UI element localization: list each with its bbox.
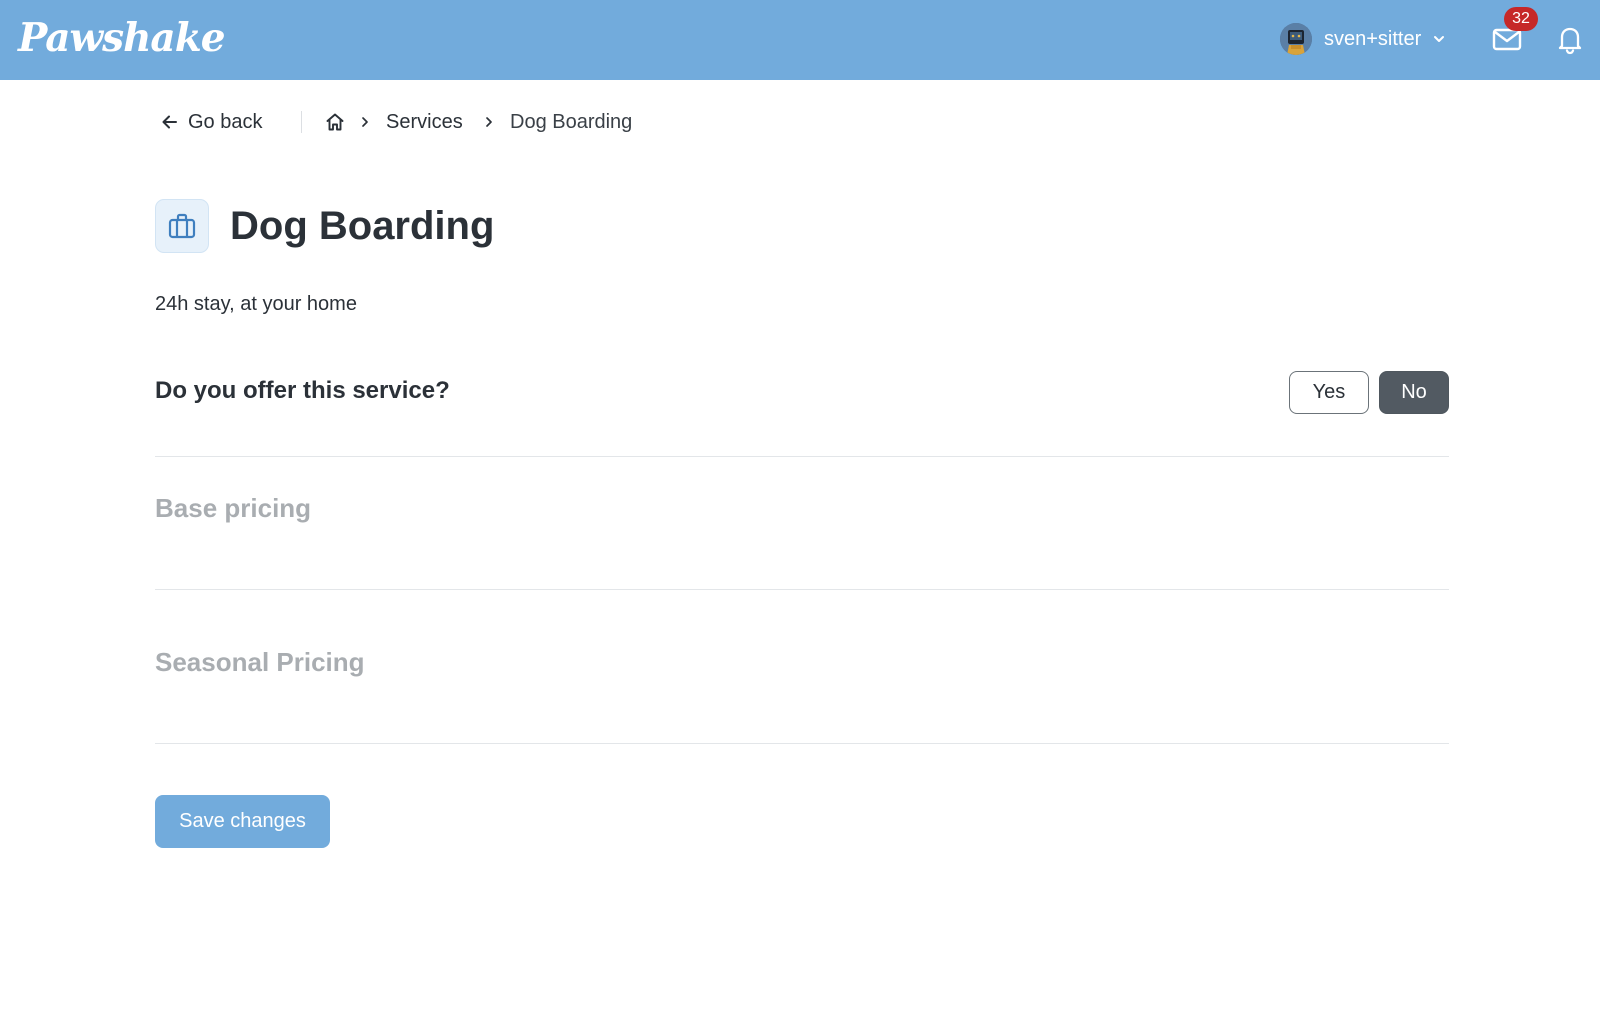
top-navigation-bar: Pawshake sven+sitter 32: [0, 0, 1600, 80]
username-label: sven+sitter: [1324, 28, 1422, 50]
user-menu-button[interactable]: sven+sitter: [1280, 22, 1447, 56]
avatar: [1280, 23, 1312, 55]
breadcrumb-services-link[interactable]: Services: [386, 108, 463, 136]
save-changes-button[interactable]: Save changes: [155, 795, 330, 848]
chevron-down-icon: [1431, 31, 1447, 47]
go-back-link[interactable]: Go back: [160, 106, 262, 138]
offer-no-button[interactable]: No: [1379, 371, 1449, 414]
seasonal-pricing-heading: Seasonal Pricing: [155, 647, 365, 677]
pawshake-logo[interactable]: Pawshake: [18, 10, 226, 66]
home-link[interactable]: [323, 110, 347, 134]
breadcrumb-current-page: Dog Boarding: [510, 111, 633, 133]
base-pricing-heading: Base pricing: [155, 493, 312, 523]
section-divider: [155, 743, 1449, 744]
go-back-label: Go back: [188, 110, 263, 133]
home-icon: [326, 113, 344, 131]
section-divider: [155, 589, 1449, 590]
breadcrumb-divider: [301, 111, 302, 133]
chevron-right-icon: [357, 110, 373, 134]
service-description: 24h stay, at your home: [155, 293, 357, 315]
service-icon-container: [155, 199, 209, 253]
offer-yes-button[interactable]: Yes: [1289, 371, 1369, 414]
arrow-left-icon: [162, 115, 177, 129]
page-title: Dog Boarding: [230, 204, 495, 248]
section-divider: [155, 456, 1449, 457]
briefcase-icon: [168, 213, 196, 239]
inbox-count-badge: 32: [1504, 7, 1538, 31]
chevron-right-icon: [481, 110, 497, 134]
bell-icon: [1558, 27, 1582, 55]
offer-service-question: Do you offer this service?: [155, 377, 450, 404]
notifications-button[interactable]: [1553, 22, 1587, 56]
